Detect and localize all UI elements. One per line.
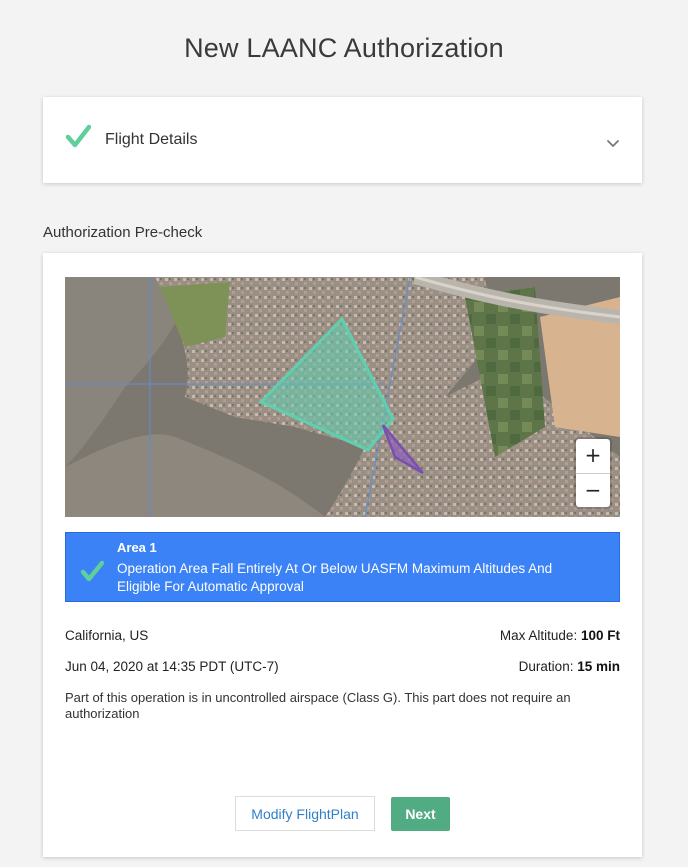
duration-value: 15 min (577, 659, 620, 674)
area-title: Area 1 (117, 540, 157, 555)
duration: Duration: 15 min (518, 659, 620, 674)
airspace-note: Part of this operation is in uncontrolle… (65, 690, 571, 721)
max-altitude: Max Altitude: 100 Ft (499, 628, 620, 643)
zoom-control: + − (576, 439, 610, 507)
area-description: Operation Area Fall Entirely At Or Below… (117, 561, 553, 594)
zoom-in-button[interactable]: + (576, 439, 610, 473)
datetime-text: Jun 04, 2020 at 14:35 PDT (UTC-7) (65, 659, 279, 674)
max-altitude-value: 100 Ft (580, 628, 620, 643)
chevron-down-icon[interactable] (606, 139, 620, 149)
map-imagery (65, 277, 620, 517)
check-icon (80, 560, 104, 582)
location-row: California, US Max Altitude: 100 Ft (65, 628, 620, 643)
check-icon (65, 124, 91, 148)
location-text: California, US (65, 628, 149, 643)
area-status-banner: Area 1 Operation Area Fall Entirely At O… (65, 532, 620, 602)
precheck-section-label: Authorization Pre-check (43, 224, 203, 241)
datetime-row: Jun 04, 2020 at 14:35 PDT (UTC-7) Durati… (65, 659, 620, 674)
precheck-card: + − Area 1 Operation Area Fall Entirely … (43, 253, 642, 857)
zoom-out-button[interactable]: − (576, 473, 610, 508)
satellite-map[interactable]: + − (65, 277, 620, 517)
flight-details-label: Flight Details (105, 131, 198, 148)
page-title: New LAANC Authorization (184, 33, 504, 63)
next-button[interactable]: Next (391, 797, 450, 831)
flight-details-card[interactable]: Flight Details (43, 97, 642, 183)
modify-flightplan-button[interactable]: Modify FlightPlan (235, 796, 375, 831)
